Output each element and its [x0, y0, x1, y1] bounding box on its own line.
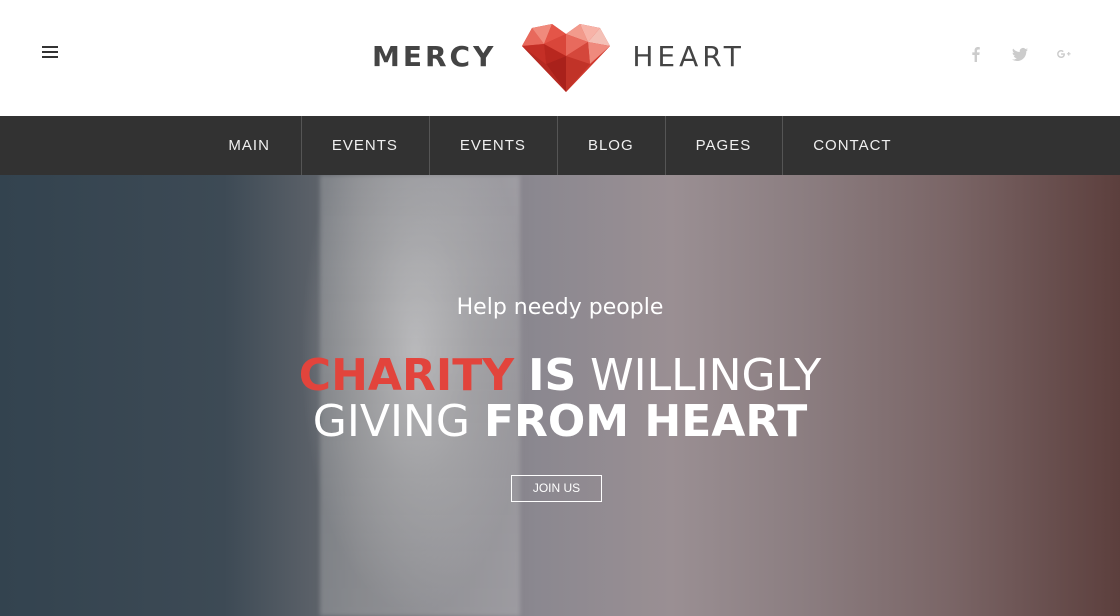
headline-bold-word: IS	[528, 350, 577, 401]
nav-label: CONTACT	[813, 137, 892, 154]
hero-content: Help needy people CHARITY IS WILLINGLY G…	[0, 175, 1120, 616]
nav-item-pages[interactable]: PAGES	[664, 116, 783, 175]
hero-headline-line2: GIVING FROM HEART	[0, 399, 1120, 445]
hero-subtitle: Help needy people	[456, 295, 664, 320]
nav-item-blog[interactable]: BLOG	[556, 116, 665, 175]
nav-item-events-2[interactable]: EVENTS	[428, 116, 557, 175]
hero-banner: Help needy people CHARITY IS WILLINGLY G…	[0, 175, 1120, 616]
heart-logo-icon	[522, 24, 611, 92]
brand-name-right: HEART	[632, 39, 745, 73]
join-us-button[interactable]: JOIN US	[511, 475, 602, 502]
brand-logo[interactable]: MERCY HEART	[372, 18, 745, 94]
nav-label: MAIN	[228, 137, 270, 154]
nav-item-main[interactable]: MAIN	[197, 116, 301, 175]
nav-item-contact[interactable]: CONTACT	[782, 116, 922, 175]
brand-name-left: MERCY	[372, 39, 497, 73]
main-navigation: MAIN EVENTS EVENTS BLOG PAGES CONTACT	[0, 116, 1120, 175]
nav-item-events[interactable]: EVENTS	[300, 116, 429, 175]
twitter-icon[interactable]	[1012, 46, 1028, 62]
google-plus-icon[interactable]	[1056, 46, 1072, 62]
headline-light-word: WILLINGLY	[590, 350, 822, 401]
facebook-icon[interactable]	[968, 46, 984, 62]
headline-light-word-2: GIVING	[312, 396, 470, 447]
hamburger-icon[interactable]	[42, 46, 58, 62]
hero-headline-line1: CHARITY IS WILLINGLY	[0, 353, 1120, 399]
nav-label: BLOG	[587, 137, 634, 154]
nav-label: PAGES	[695, 137, 752, 154]
nav-label: EVENTS	[331, 137, 398, 154]
social-links	[968, 46, 1072, 62]
site-header: MERCY HEART	[0, 0, 1120, 116]
nav-label: EVENTS	[459, 137, 526, 154]
headline-bold-phrase: FROM HEART	[483, 396, 808, 447]
headline-accent-word: CHARITY	[298, 350, 515, 401]
